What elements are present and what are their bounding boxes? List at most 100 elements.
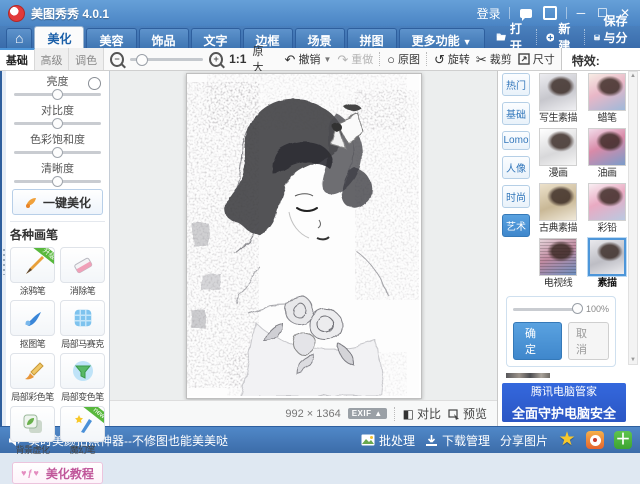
open-button[interactable]: 打开	[487, 29, 536, 45]
share-image-button[interactable]: 分享图片	[500, 432, 548, 449]
slider-handle[interactable]	[52, 118, 63, 129]
brush-doodle-pen[interactable]: 升级 涂鸦笔	[10, 247, 55, 297]
crop-icon: ✂	[476, 53, 487, 66]
tutorial-button[interactable]: ♥ƒ♥ 美化教程	[12, 462, 103, 484]
funnel-icon	[71, 359, 95, 383]
feedback-icon[interactable]	[518, 7, 534, 20]
redo-button[interactable]: ↷重做	[337, 51, 373, 67]
tab-more[interactable]: 更多功能▼	[399, 28, 485, 48]
brush-eraser-pen[interactable]: 消除笔	[60, 247, 105, 297]
scroll-down-icon[interactable]: ▼	[630, 357, 636, 363]
download-manager-button[interactable]: 下载管理	[425, 432, 490, 449]
category-lomo[interactable]: Lomo	[502, 131, 530, 150]
category-fashion[interactable]: 时尚	[502, 185, 530, 208]
category-art[interactable]: 艺术	[502, 214, 530, 237]
zoom-out-icon[interactable]: −	[110, 52, 124, 67]
original-button[interactable]: ○原图	[387, 51, 420, 67]
effect-thumbnail[interactable]	[539, 183, 577, 221]
skin-icon[interactable]	[542, 7, 558, 20]
slider-handle[interactable]	[572, 303, 583, 314]
chevron-down-icon[interactable]: ▼	[323, 55, 331, 64]
effect-classic-sketch[interactable]: 古典素描	[536, 182, 580, 236]
tab-stickers[interactable]: 饰品	[139, 28, 189, 48]
ad-subtitle: 全面守护电脑安全	[512, 403, 616, 422]
sharpness-slider[interactable]	[14, 180, 101, 183]
effect-thumbnail[interactable]	[588, 128, 626, 166]
one-key-beautify-button[interactable]: 一键美化	[12, 189, 103, 215]
brush-local-mosaic[interactable]: 局部马赛克	[60, 300, 105, 350]
category-portrait[interactable]: 人像	[502, 156, 530, 179]
effect-thumbnail[interactable]	[539, 128, 577, 166]
effect-comic[interactable]: 漫画	[536, 127, 580, 181]
crop-button[interactable]: ✂裁剪	[476, 51, 512, 67]
effect-thumbnail[interactable]	[588, 183, 626, 221]
effect-thumbnail[interactable]	[588, 73, 626, 111]
resize-icon	[518, 53, 530, 65]
tab-home[interactable]: ⌂	[6, 28, 32, 48]
flat-brush-icon	[21, 359, 45, 383]
tab-collage[interactable]: 拼图	[347, 28, 397, 48]
compare-button[interactable]: ◧对比	[403, 405, 441, 422]
tab-beautify[interactable]: 美化	[34, 26, 84, 48]
contrast-slider[interactable]	[14, 122, 101, 125]
effect-tv-lines[interactable]: 电视线	[536, 237, 580, 291]
category-basic[interactable]: 基础	[502, 102, 530, 125]
preview-button[interactable]: 预览	[448, 405, 487, 422]
qzone-icon[interactable]: ★	[558, 431, 576, 449]
magic-pen-icon	[71, 412, 95, 436]
rotate-button[interactable]: ↺旋转	[434, 51, 470, 67]
batch-process-button[interactable]: 批处理	[361, 432, 415, 449]
slider-label: 对比度	[10, 102, 105, 118]
new-button[interactable]: 新建	[536, 29, 584, 45]
toolbar: 基础 高级 调色 − + 1:1 原大 ↶撤销▼ ↷重做 ○原图 ↺旋转 ✂裁剪…	[0, 48, 640, 71]
effect-crayon[interactable]: 蜡笔	[585, 72, 629, 126]
slider-handle[interactable]	[52, 147, 63, 158]
subtab-basic[interactable]: 基础	[0, 48, 35, 70]
effect-oil-painting[interactable]: 油画	[585, 127, 629, 181]
brightness-slider[interactable]	[14, 93, 101, 96]
brush-local-recolor-pen[interactable]: 局部变色笔	[60, 353, 105, 403]
partial-thumbnail[interactable]	[506, 373, 550, 378]
tab-text[interactable]: 文字	[191, 28, 241, 48]
saturation-slider[interactable]	[14, 151, 101, 154]
scroll-up-icon[interactable]: ▲	[630, 73, 636, 79]
save-share-button[interactable]: 保存与分享	[584, 29, 640, 45]
zoom-slider-handle[interactable]	[136, 54, 148, 66]
tab-scenes[interactable]: 场景	[295, 28, 345, 48]
category-hot[interactable]: 热门	[502, 73, 530, 96]
app-window: 美图秀秀 4.0.1 登录 ─ ☐ ✕ ⌂ 美化 美容 饰品 文字 边框 场景 …	[0, 0, 640, 453]
subtab-advanced[interactable]: 高级	[35, 48, 70, 70]
exif-badge[interactable]: EXIF ▲	[348, 408, 387, 419]
weibo-icon[interactable]	[586, 431, 604, 449]
resize-button[interactable]: 尺寸	[518, 51, 555, 67]
effect-sketch[interactable]: 素描	[585, 237, 629, 291]
edited-image[interactable]	[186, 73, 422, 399]
brush-local-color-pen[interactable]: 局部彩色笔	[10, 353, 55, 403]
slider-handle[interactable]	[52, 176, 63, 187]
zoom-in-icon[interactable]: +	[209, 52, 223, 67]
effect-opacity-slider[interactable]	[513, 308, 581, 311]
cancel-button[interactable]: 取消	[568, 322, 609, 360]
canvas-zoom-slider[interactable]	[130, 58, 203, 61]
effect-thumbnail[interactable]	[539, 238, 577, 276]
brush-magic-pen[interactable]: new 魔幻笔	[60, 406, 105, 456]
effects-scrollbar[interactable]: ▲▼	[628, 71, 638, 365]
reset-icon[interactable]	[88, 77, 101, 90]
subtab-color[interactable]: 调色	[69, 48, 104, 70]
effect-sketch-drawing[interactable]: 写生素描	[536, 72, 580, 126]
ad-banner[interactable]: 腾讯电脑管家 全面守护电脑安全	[502, 383, 626, 422]
add-platform-icon[interactable]: ＋	[614, 431, 632, 449]
canvas-area[interactable]: 992 × 1364 EXIF ▲ ◧对比 预览	[110, 71, 497, 426]
slider-handle[interactable]	[52, 89, 63, 100]
brush-cutout-pen[interactable]: 抠图笔	[10, 300, 55, 350]
minimize-button[interactable]: ─	[575, 7, 588, 19]
undo-button[interactable]: ↶撤销▼	[285, 51, 332, 67]
login-link[interactable]: 登录	[477, 5, 501, 22]
effect-thumbnail[interactable]	[588, 238, 626, 276]
effect-thumbnail[interactable]	[539, 73, 577, 111]
panel-splitter[interactable]	[0, 71, 6, 426]
brush-background-blur[interactable]: 背景虚化	[10, 406, 55, 456]
effect-color-pencil[interactable]: 彩铅	[585, 182, 629, 236]
confirm-button[interactable]: 确定	[513, 322, 562, 360]
tab-face[interactable]: 美容	[86, 28, 136, 48]
